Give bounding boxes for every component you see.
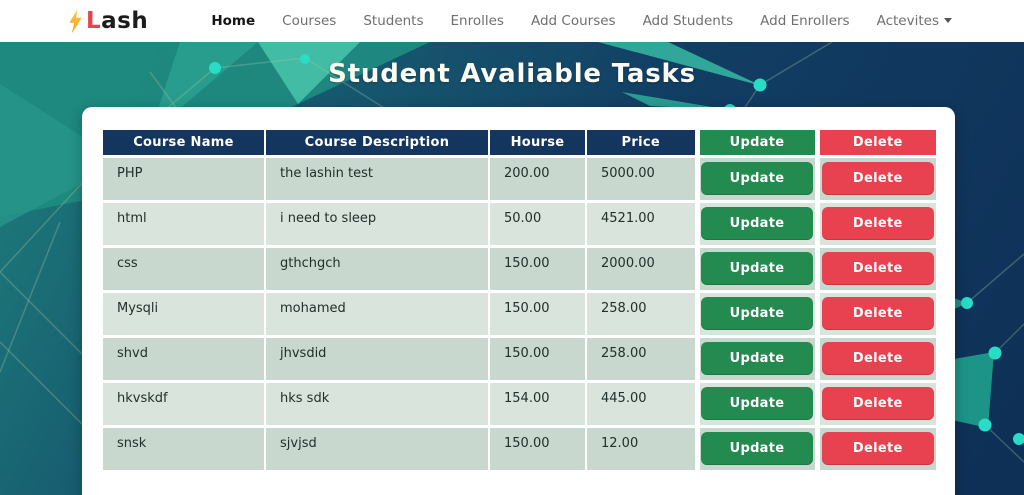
- brand-name: Lash: [86, 8, 148, 34]
- delete-button[interactable]: Delete: [821, 387, 934, 420]
- update-button[interactable]: Update: [701, 162, 813, 195]
- price-cell: 12.00: [585, 424, 698, 473]
- hours-cell: 154.00: [488, 379, 587, 428]
- course-description-cell: gthchgch: [264, 244, 490, 293]
- table-row: shvd jhvsdid 150.00 258.00 Update Delete: [101, 334, 938, 383]
- price-cell: 2000.00: [585, 244, 698, 293]
- delete-cell: Delete: [814, 244, 938, 293]
- course-name-cell: Mysqli: [101, 289, 266, 338]
- update-button[interactable]: Update: [701, 252, 813, 285]
- course-name-cell: hkvskdf: [101, 379, 266, 428]
- hours-cell: 150.00: [488, 334, 587, 383]
- nav-item-actevites[interactable]: Actevites: [877, 13, 952, 29]
- delete-button[interactable]: Delete: [821, 252, 934, 285]
- update-button[interactable]: Update: [701, 432, 813, 465]
- course-description-cell: hks sdk: [264, 379, 490, 428]
- update-cell: Update: [694, 334, 818, 383]
- update-cell: Update: [694, 244, 818, 293]
- nav-item-add-students[interactable]: Add Students: [643, 13, 734, 29]
- delete-button[interactable]: Delete: [821, 342, 934, 375]
- nav-item-add-enrollers[interactable]: Add Enrollers: [760, 13, 849, 29]
- hero-section: Student Avaliable Tasks Course Name Cour…: [0, 42, 1024, 495]
- price-cell: 258.00: [585, 334, 698, 383]
- update-button[interactable]: Update: [701, 387, 813, 420]
- table-row: hkvskdf hks sdk 154.00 445.00 Update Delete: [101, 379, 938, 428]
- top-navbar: Lash Home Courses Students Enrolles Add Cour…: [0, 0, 1024, 42]
- course-name-cell: css: [101, 244, 266, 293]
- table-header: Course Name Course Description Hourse Pr…: [101, 128, 938, 157]
- col-hours: Hourse: [488, 128, 587, 157]
- nav-item-add-courses[interactable]: Add Courses: [531, 13, 616, 29]
- col-course-name: Course Name: [101, 128, 266, 157]
- price-cell: 4521.00: [585, 199, 698, 248]
- delete-cell: Delete: [814, 334, 938, 383]
- course-description-cell: sjvjsd: [264, 424, 490, 473]
- lightning-bolt-icon: [69, 9, 82, 33]
- delete-cell: Delete: [814, 199, 938, 248]
- table-card: Course Name Course Description Hourse Pr…: [82, 107, 955, 495]
- table-row: css gthchgch 150.00 2000.00 Update Delete: [101, 244, 938, 293]
- page-title: Student Avaliable Tasks: [328, 59, 696, 89]
- chevron-down-icon: [944, 18, 952, 23]
- hours-cell: 50.00: [488, 199, 587, 248]
- hours-cell: 200.00: [488, 154, 587, 203]
- delete-button[interactable]: Delete: [821, 162, 934, 195]
- course-name-cell: shvd: [101, 334, 266, 383]
- courses-table: Course Name Course Description Hourse Pr…: [101, 128, 938, 473]
- delete-cell: Delete: [814, 154, 938, 203]
- hours-cell: 150.00: [488, 424, 587, 473]
- table-row: Mysqli mohamed 150.00 258.00 Update Delete: [101, 289, 938, 338]
- delete-button[interactable]: Delete: [821, 432, 934, 465]
- update-cell: Update: [694, 289, 818, 338]
- brand-rest: ash: [101, 8, 149, 34]
- col-price: Price: [585, 128, 698, 157]
- course-table-body: PHP the lashin test 200.00 5000.00 Update Del…: [101, 154, 938, 473]
- delete-cell: Delete: [814, 289, 938, 338]
- course-description-cell: the lashin test: [264, 154, 490, 203]
- nav-item-home[interactable]: Home: [211, 13, 255, 29]
- update-cell: Update: [694, 424, 818, 473]
- price-cell: 445.00: [585, 379, 698, 428]
- main-nav: Home Courses Students Enrolles Add Courses Ad…: [211, 13, 952, 29]
- brand-logo[interactable]: Lash: [68, 8, 148, 35]
- course-name-cell: snsk: [101, 424, 266, 473]
- delete-cell: Delete: [814, 424, 938, 473]
- course-name-cell: html: [101, 199, 266, 248]
- update-button[interactable]: Update: [701, 207, 813, 240]
- nav-item-students[interactable]: Students: [363, 13, 423, 29]
- update-button[interactable]: Update: [701, 297, 813, 330]
- update-cell: Update: [694, 154, 818, 203]
- course-description-cell: i need to sleep: [264, 199, 490, 248]
- nav-item-enrolles[interactable]: Enrolles: [451, 13, 504, 29]
- col-delete: Delete: [814, 128, 938, 157]
- price-cell: 258.00: [585, 289, 698, 338]
- col-course-description: Course Description: [264, 128, 490, 157]
- course-name-cell: PHP: [101, 154, 266, 203]
- update-button[interactable]: Update: [701, 342, 813, 375]
- delete-button[interactable]: Delete: [821, 297, 934, 330]
- price-cell: 5000.00: [585, 154, 698, 203]
- hours-cell: 150.00: [488, 289, 587, 338]
- delete-button[interactable]: Delete: [821, 207, 934, 240]
- hours-cell: 150.00: [488, 244, 587, 293]
- course-description-cell: mohamed: [264, 289, 490, 338]
- col-update: Update: [694, 128, 818, 157]
- update-cell: Update: [694, 199, 818, 248]
- table-row: html i need to sleep 50.00 4521.00 Update Del…: [101, 199, 938, 248]
- update-cell: Update: [694, 379, 818, 428]
- brand-letter: L: [86, 8, 102, 34]
- delete-cell: Delete: [814, 379, 938, 428]
- table-row: snsk sjvjsd 150.00 12.00 Update Delete: [101, 424, 938, 473]
- nav-item-courses[interactable]: Courses: [282, 13, 336, 29]
- table-row: PHP the lashin test 200.00 5000.00 Update Del…: [101, 154, 938, 203]
- course-description-cell: jhvsdid: [264, 334, 490, 383]
